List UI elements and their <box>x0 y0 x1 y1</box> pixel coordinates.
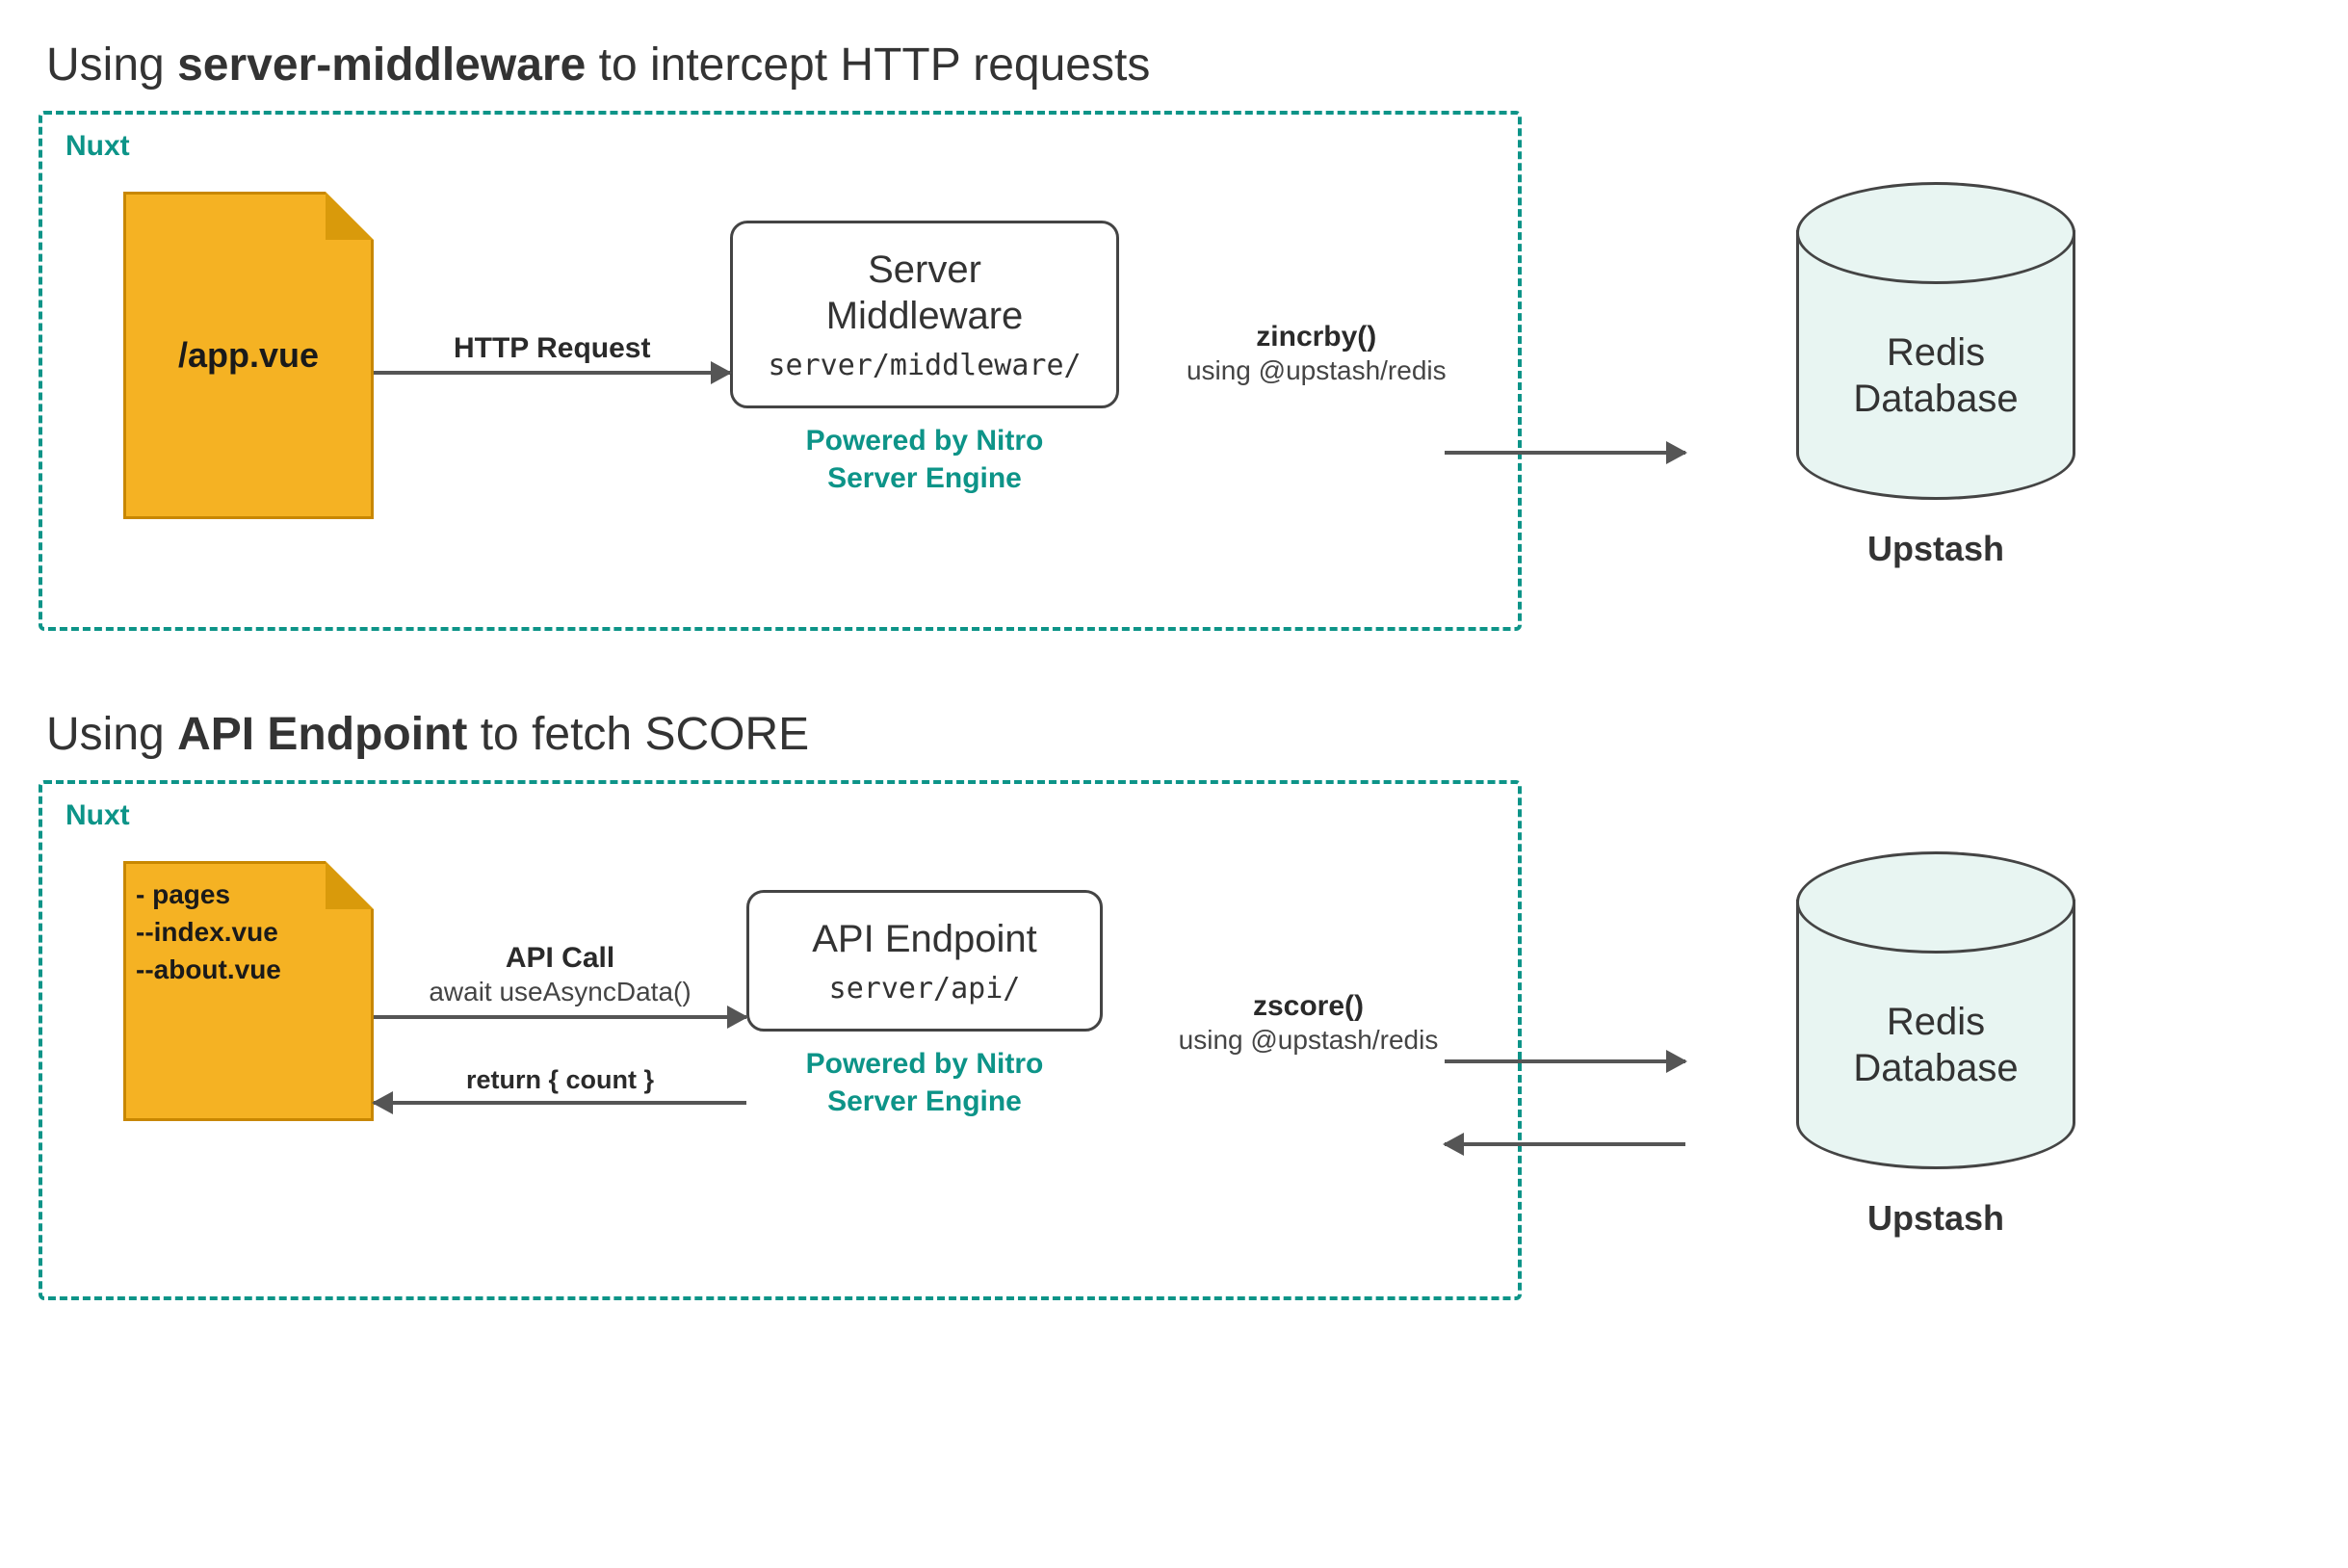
db-column: Redis Database Upstash <box>1762 900 2109 1239</box>
nuxt-label: Nuxt <box>65 130 1495 163</box>
box-path: server/middleware/ <box>768 349 1081 382</box>
db-name: Upstash <box>1867 529 2004 569</box>
arrow-right-icon <box>374 1015 746 1019</box>
file-icon: - pages --index.vue --about.vue <box>123 861 374 1121</box>
arrow2-sub: using @upstash/redis <box>1187 355 1447 386</box>
nuxt-content: /app.vue HTTP Request Server Middleware … <box>65 163 1495 587</box>
db-label: Redis Database <box>1853 999 2018 1091</box>
powered-l2: Server Engine <box>827 462 1022 494</box>
powered-by-label: Powered by Nitro Server Engine <box>806 422 1044 497</box>
diagram-row: Nuxt /app.vue HTTP Request Server Middle… <box>39 111 2309 631</box>
db-column: Redis Database Upstash <box>1762 230 2109 569</box>
powered-by-label: Powered by Nitro Server Engine <box>806 1045 1044 1120</box>
file-line-about: --about.vue <box>136 951 281 988</box>
diagram-section-api-endpoint: Using API Endpoint to fetch SCORE Nuxt -… <box>39 708 2309 1300</box>
file-icon: /app.vue <box>123 192 374 519</box>
powered-l2: Server Engine <box>827 1085 1022 1117</box>
powered-l1: Powered by Nitro <box>806 425 1044 457</box>
file-label: /app.vue <box>178 335 319 376</box>
arrow-zincrby: zincrby() using @upstash/redis <box>1119 201 1495 510</box>
middleware-box-wrap: Server Middleware server/middleware/ Pow… <box>730 221 1118 497</box>
arrow-right-icon <box>1445 451 1685 455</box>
nuxt-container: Nuxt - pages --index.vue --about.vue API… <box>39 780 1522 1300</box>
powered-l1: Powered by Nitro <box>806 1048 1044 1080</box>
arrow-right-icon <box>1445 1059 1685 1063</box>
box-title-l1: Server <box>768 247 1081 293</box>
arrow2-bold: zscore() <box>1253 990 1364 1023</box>
arrow-api-call: API Call await useAsyncData() return { c… <box>374 871 746 1179</box>
arrow1-bold: API Call <box>506 942 614 975</box>
title-bold: server-middleware <box>177 39 586 91</box>
db-name: Upstash <box>1867 1198 2004 1239</box>
nuxt-label: Nuxt <box>65 799 1495 832</box>
diagram-row: Nuxt - pages --index.vue --about.vue API… <box>39 780 2309 1300</box>
box-title: API Endpoint <box>784 916 1065 962</box>
title-suffix: to intercept HTTP requests <box>586 39 1150 91</box>
arrow2-bold: zincrby() <box>1256 321 1376 353</box>
box-title-l2: Middleware <box>768 293 1081 339</box>
middleware-box: Server Middleware server/middleware/ <box>730 221 1118 408</box>
api-box-wrap: API Endpoint server/api/ Powered by Nitr… <box>746 890 1103 1120</box>
file-line-pages: - pages <box>136 875 230 913</box>
nuxt-container: Nuxt /app.vue HTTP Request Server Middle… <box>39 111 1522 631</box>
arrow-label: HTTP Request <box>454 332 650 365</box>
title-suffix: to fetch SCORE <box>467 709 809 760</box>
nuxt-content: - pages --index.vue --about.vue API Call… <box>65 832 1495 1256</box>
arrow-zscore: zscore() using @upstash/redis <box>1103 871 1495 1179</box>
arrow-to-db <box>1522 447 1762 458</box>
arrow-return-label: return { count } <box>466 1065 654 1095</box>
file-line-index: --index.vue <box>136 913 278 951</box>
title-prefix: Using <box>46 39 177 91</box>
api-endpoint-box: API Endpoint server/api/ <box>746 890 1103 1032</box>
database-icon: Redis Database <box>1796 900 2075 1169</box>
diagram-section-middleware: Using server-middleware to intercept HTT… <box>39 39 2309 631</box>
database-icon: Redis Database <box>1796 230 2075 500</box>
arrow-left-icon <box>374 1101 746 1105</box>
arrow1-sub: await useAsyncData() <box>429 977 691 1007</box>
arrow2-sub: using @upstash/redis <box>1179 1025 1439 1056</box>
arrow-left-icon <box>1445 1142 1685 1146</box>
db-label: Redis Database <box>1853 329 2018 422</box>
title-bold: API Endpoint <box>177 709 467 760</box>
arrows-db <box>1522 1056 1762 1150</box>
section-title: Using API Endpoint to fetch SCORE <box>46 708 2309 761</box>
section-title: Using server-middleware to intercept HTT… <box>46 39 2309 91</box>
box-path: server/api/ <box>784 972 1065 1006</box>
arrow-right-icon <box>374 371 730 375</box>
arrow-http-request: HTTP Request <box>374 201 730 510</box>
title-prefix: Using <box>46 709 177 760</box>
